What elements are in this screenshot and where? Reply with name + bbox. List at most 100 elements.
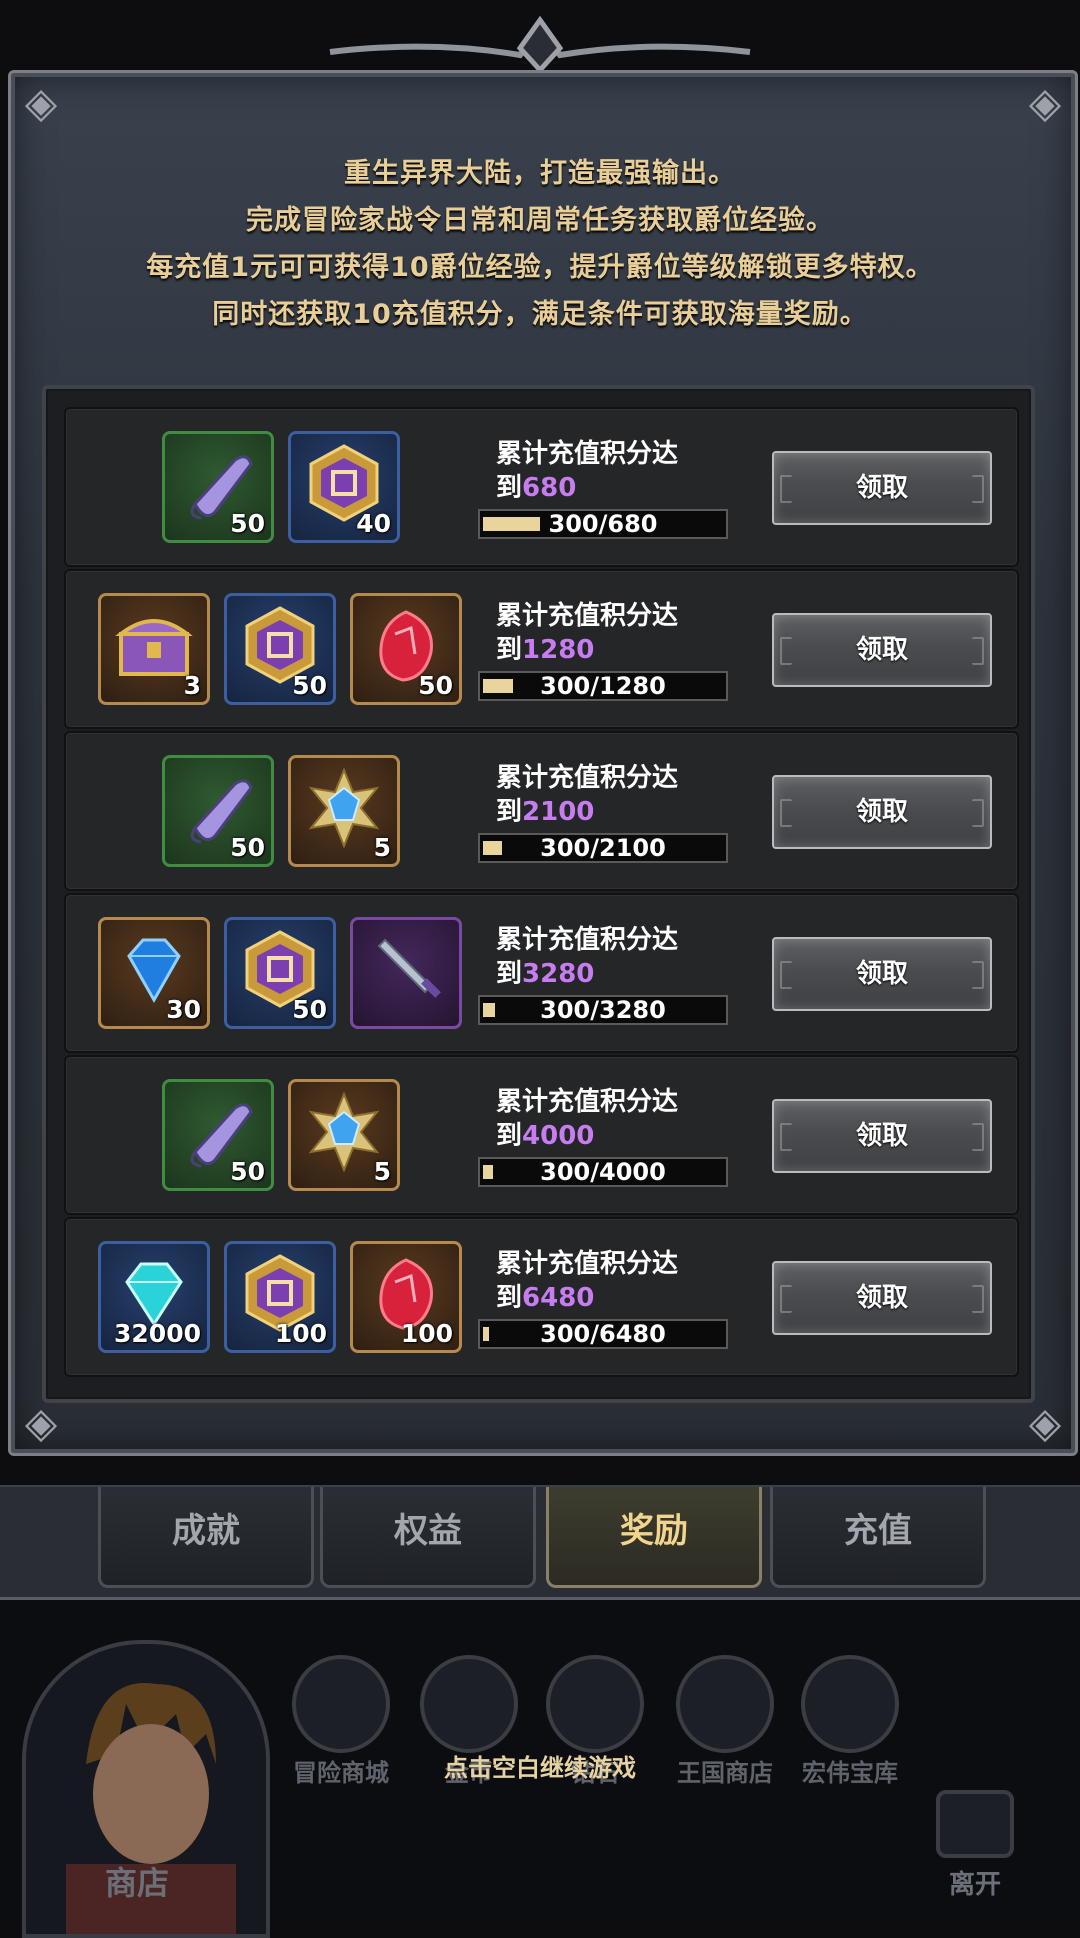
- target-score: 680: [522, 473, 577, 503]
- progress-text: 300/2100: [540, 834, 666, 862]
- reward-row: 30 50 累计充值积分达 到3280 300/3280 领取: [64, 893, 1019, 1053]
- requirement-text: 累计充值积分达 到680: [496, 437, 756, 505]
- requirement-text: 累计充值积分达 到6480: [496, 1247, 756, 1315]
- requirement-to: 到: [496, 635, 523, 665]
- tab-achievement[interactable]: 成就: [98, 1487, 314, 1588]
- reward-row: 32000 100 100 累计充值积分达 到6480 300/6480 领取: [64, 1217, 1019, 1377]
- item-quantity: 50: [292, 995, 327, 1024]
- reward-row: 50 40 累计充值积分达 到680 300/680 领取: [64, 407, 1019, 567]
- corner-ornament-icon: ◈: [24, 78, 58, 127]
- door-exit-icon: [936, 1790, 1014, 1858]
- item-quantity: 50: [230, 1157, 265, 1186]
- reward-item[interactable]: 100: [224, 1241, 336, 1353]
- reward-row: 50 5 累计充值积分达 到2100 300/2100 领取: [64, 731, 1019, 891]
- reward-item[interactable]: 50: [162, 755, 274, 867]
- progress-bar: 300/4000: [478, 1157, 728, 1187]
- item-quantity: 40: [356, 509, 391, 538]
- claim-button[interactable]: 领取: [772, 613, 992, 687]
- item-quantity: 5: [373, 833, 391, 862]
- kingdom-crest-icon: [676, 1655, 774, 1753]
- item-quantity: 32000: [114, 1319, 201, 1348]
- reward-item[interactable]: 50: [350, 593, 462, 705]
- sword-icon: [377, 938, 441, 998]
- progress-text: 300/6480: [540, 1320, 666, 1348]
- requirement-text: 累计充值积分达 到1280: [496, 599, 756, 667]
- requirement-target-line: 到2100: [496, 795, 756, 829]
- item-quantity: 5: [373, 1157, 391, 1186]
- progress-text: 300/680: [548, 510, 658, 538]
- reward-item[interactable]: 40: [288, 431, 400, 543]
- progress-bar: 300/3280: [478, 995, 728, 1025]
- intro-text: 重生异界大陆，打造最强输出。 完成冒险家战令日常和周常任务获取爵位经验。 每充值…: [0, 150, 1080, 338]
- intro-line: 重生异界大陆，打造最强输出。: [344, 158, 736, 189]
- reward-item[interactable]: 32000: [98, 1241, 210, 1353]
- intro-line: 同时还获取10充值积分，满足条件可获取海量奖励。: [212, 299, 868, 330]
- requirement-to: 到: [496, 473, 523, 503]
- requirement-target-line: 到680: [496, 471, 756, 505]
- tab-rewards[interactable]: 奖励: [546, 1487, 762, 1588]
- reward-list[interactable]: 50 40 累计充值积分达 到680 300/680 领取 3 50 50 累计充值积分达 到128…: [42, 385, 1035, 1403]
- claim-button[interactable]: 领取: [772, 775, 992, 849]
- requirement-label: 累计充值积分达: [496, 763, 679, 793]
- intro-line: 完成冒险家战令日常和周常任务获取爵位经验。: [246, 205, 834, 236]
- leave-button[interactable]: 离开: [930, 1790, 1020, 1900]
- requirement-label: 累计充值积分达: [496, 925, 679, 955]
- reward-item[interactable]: 50: [224, 593, 336, 705]
- item-quantity: 30: [166, 995, 201, 1024]
- gold-coin-icon: [420, 1655, 518, 1753]
- requirement-label: 累计充值积分达: [496, 1249, 679, 1279]
- progress-bar: 300/2100: [478, 833, 728, 863]
- requirement-target-line: 到6480: [496, 1281, 756, 1315]
- reward-item[interactable]: [350, 917, 462, 1029]
- top-ornament: [329, 15, 751, 74]
- leave-label: 离开: [948, 1870, 1001, 1900]
- requirement-text: 累计充值积分达 到4000: [496, 1085, 756, 1153]
- reward-item[interactable]: 100: [350, 1241, 462, 1353]
- mall-icon: [292, 1655, 390, 1753]
- corner-ornament-icon: ◈: [1028, 78, 1062, 127]
- vault-icon: [801, 1655, 899, 1753]
- reward-items: 3 50 50: [66, 571, 466, 727]
- reward-item[interactable]: 5: [288, 1079, 400, 1191]
- item-quantity: 50: [418, 671, 453, 700]
- tab-recharge[interactable]: 充值: [770, 1487, 986, 1588]
- reward-item[interactable]: 3: [98, 593, 210, 705]
- item-quantity: 50: [230, 833, 265, 862]
- reward-item[interactable]: 30: [98, 917, 210, 1029]
- reward-item[interactable]: 50: [224, 917, 336, 1029]
- tab-benefits[interactable]: 权益: [320, 1487, 536, 1588]
- diamond-icon: [546, 1655, 644, 1753]
- requirement-to: 到: [496, 959, 523, 989]
- requirement-to: 到: [496, 1121, 523, 1151]
- intro-line: 每充值1元可可获得10爵位经验，提升爵位等级解锁更多特权。: [146, 252, 934, 283]
- claim-button[interactable]: 领取: [772, 451, 992, 525]
- target-score: 1280: [522, 635, 595, 665]
- reward-row: 50 5 累计充值积分达 到4000 300/4000 领取: [64, 1055, 1019, 1215]
- progress-bar: 300/680: [478, 509, 728, 539]
- reward-items: 50 5: [66, 1057, 466, 1213]
- claim-button[interactable]: 领取: [772, 1261, 992, 1335]
- claim-button[interactable]: 领取: [772, 1099, 992, 1173]
- reward-row: 3 50 50 累计充值积分达 到1280 300/1280 领取: [64, 569, 1019, 729]
- requirement-target-line: 到1280: [496, 633, 756, 667]
- reward-items: 30 50: [66, 895, 466, 1051]
- item-quantity: 50: [230, 509, 265, 538]
- progress-text: 300/4000: [540, 1158, 666, 1186]
- item-quantity: 100: [274, 1319, 327, 1348]
- reward-item[interactable]: 50: [162, 431, 274, 543]
- requirement-target-line: 到4000: [496, 1119, 756, 1153]
- progress-bar: 300/6480: [478, 1319, 728, 1349]
- continue-hint: 点击空白继续游戏: [444, 1754, 636, 1782]
- reward-items: 50 40: [66, 409, 466, 565]
- item-quantity: 3: [183, 671, 201, 700]
- tab-bar: 成就 权益 奖励 充值: [0, 1485, 1080, 1601]
- reward-items: 32000 100 100: [66, 1219, 466, 1375]
- requirement-to: 到: [496, 797, 523, 827]
- target-score: 6480: [522, 1283, 595, 1313]
- reward-item[interactable]: 50: [162, 1079, 274, 1191]
- claim-button[interactable]: 领取: [772, 937, 992, 1011]
- requirement-text: 累计充值积分达 到3280: [496, 923, 756, 991]
- requirement-label: 累计充值积分达: [496, 1087, 679, 1117]
- reward-item[interactable]: 5: [288, 755, 400, 867]
- shop-label: 商店: [105, 1864, 170, 1902]
